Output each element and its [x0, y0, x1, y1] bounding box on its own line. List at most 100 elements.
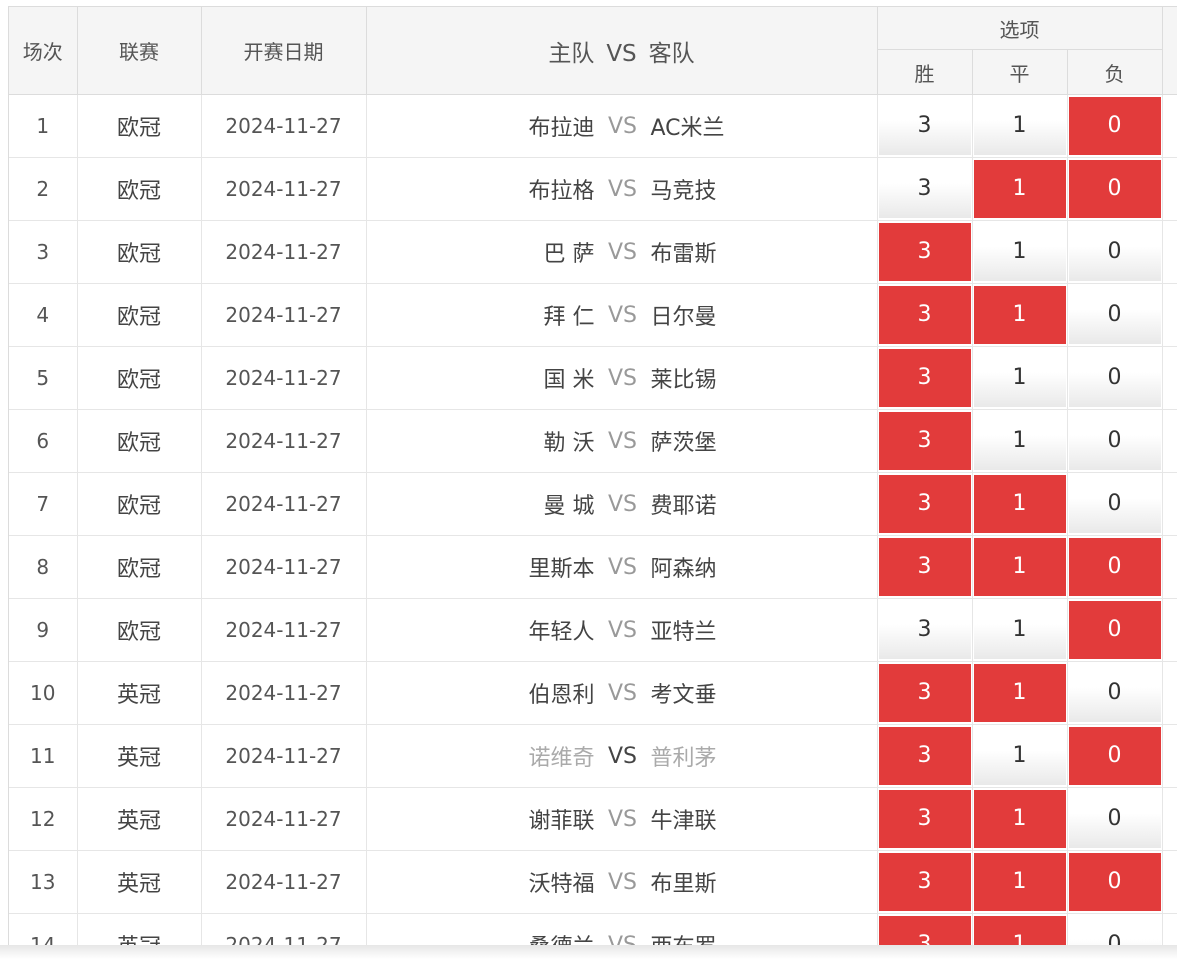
- option-win[interactable]: 3: [877, 283, 973, 347]
- option-lose[interactable]: 0: [1067, 220, 1163, 284]
- option-win[interactable]: 3: [877, 409, 973, 473]
- option-win[interactable]: 3: [877, 787, 973, 851]
- option-win[interactable]: 3: [877, 850, 973, 914]
- option-lose-value: 0: [1068, 286, 1161, 344]
- option-draw-value: 1: [973, 664, 1066, 722]
- option-win[interactable]: 3: [877, 157, 973, 221]
- option-lose[interactable]: 0: [1067, 661, 1163, 725]
- match-date: 2024-11-27: [201, 283, 367, 347]
- league-name: 欧冠: [77, 598, 202, 662]
- option-draw[interactable]: 1: [972, 535, 1068, 599]
- bottom-scroll-edge: [0, 945, 1177, 959]
- home-team: 沃特福: [528, 872, 595, 897]
- option-draw-value: 1: [973, 223, 1066, 281]
- option-draw[interactable]: 1: [972, 472, 1068, 536]
- option-lose-value: 0: [1068, 475, 1161, 533]
- option-draw[interactable]: 1: [972, 409, 1068, 473]
- option-lose-value: 0: [1068, 349, 1161, 407]
- match-number: 8: [9, 535, 78, 599]
- option-draw[interactable]: 1: [972, 850, 1068, 914]
- option-draw[interactable]: 1: [972, 724, 1068, 788]
- option-lose[interactable]: 0: [1067, 850, 1163, 914]
- option-draw[interactable]: 1: [972, 598, 1068, 662]
- option-draw[interactable]: 1: [972, 787, 1068, 851]
- option-lose[interactable]: 0: [1067, 787, 1163, 851]
- table-row: 5 欧冠 2024-11-27 国 米 VS 莱比锡 3 1 0: [9, 346, 1177, 410]
- option-draw-value: 1: [973, 538, 1066, 596]
- option-draw-value: 1: [973, 916, 1066, 947]
- away-team: 费耶诺: [650, 494, 717, 519]
- header-options: 选项: [877, 7, 1163, 50]
- row-extra: [1162, 409, 1177, 473]
- option-lose[interactable]: 0: [1067, 409, 1163, 473]
- away-team: 普利茅: [650, 746, 717, 771]
- league-name: 欧冠: [77, 157, 202, 221]
- vs-label: VS: [607, 491, 637, 517]
- option-win[interactable]: 3: [877, 94, 973, 158]
- table-row: 11 英冠 2024-11-27 诺维奇 VS 普利茅 3 1 0: [9, 724, 1177, 788]
- option-draw[interactable]: 1: [972, 94, 1068, 158]
- option-lose[interactable]: 0: [1067, 535, 1163, 599]
- option-win[interactable]: 3: [877, 535, 973, 599]
- header-match: 主队 VS 客队: [366, 7, 878, 95]
- option-lose[interactable]: 0: [1067, 157, 1163, 221]
- league-name: 欧冠: [77, 283, 202, 347]
- away-team: 布里斯: [650, 872, 717, 897]
- away-team: AC米兰: [650, 116, 725, 141]
- option-win-value: 3: [878, 853, 971, 911]
- away-team: 莱比锡: [650, 368, 717, 393]
- match-date: 2024-11-27: [201, 787, 367, 851]
- option-win-value: 3: [878, 160, 971, 218]
- option-win-value: 3: [878, 790, 971, 848]
- option-lose[interactable]: 0: [1067, 346, 1163, 410]
- away-team: 考文垂: [650, 683, 717, 708]
- match-number: 6: [9, 409, 78, 473]
- option-draw[interactable]: 1: [972, 220, 1068, 284]
- table-row: 7 欧冠 2024-11-27 曼 城 VS 费耶诺 3 1 0: [9, 472, 1177, 536]
- option-win-value: 3: [878, 538, 971, 596]
- header-win: 胜: [877, 49, 973, 95]
- option-draw-value: 1: [973, 160, 1066, 218]
- option-draw[interactable]: 1: [972, 346, 1068, 410]
- vs-label: VS: [607, 302, 637, 328]
- option-win[interactable]: 3: [877, 220, 973, 284]
- match-number: 1: [9, 94, 78, 158]
- match-date: 2024-11-27: [201, 157, 367, 221]
- option-win[interactable]: 3: [877, 913, 973, 947]
- option-win[interactable]: 3: [877, 472, 973, 536]
- option-lose[interactable]: 0: [1067, 283, 1163, 347]
- table-row: 3 欧冠 2024-11-27 巴 萨 VS 布雷斯 3 1 0: [9, 220, 1177, 284]
- vs-label: VS: [607, 428, 637, 454]
- header-lose: 负: [1067, 49, 1163, 95]
- table-row: 9 欧冠 2024-11-27 年轻人 VS 亚特兰 3 1 0: [9, 598, 1177, 662]
- option-draw[interactable]: 1: [972, 913, 1068, 947]
- home-team: 布拉迪: [528, 116, 595, 141]
- match-number: 10: [9, 661, 78, 725]
- away-team: 马竞技: [650, 179, 717, 204]
- match-date: 2024-11-27: [201, 94, 367, 158]
- match-date: 2024-11-27: [201, 220, 367, 284]
- header-away: 客队: [648, 40, 695, 67]
- match-number: 13: [9, 850, 78, 914]
- away-team: 亚特兰: [650, 620, 717, 645]
- match-number: 3: [9, 220, 78, 284]
- option-lose[interactable]: 0: [1067, 598, 1163, 662]
- option-draw[interactable]: 1: [972, 661, 1068, 725]
- option-lose[interactable]: 0: [1067, 724, 1163, 788]
- away-team: 日尔曼: [650, 305, 717, 330]
- option-draw[interactable]: 1: [972, 157, 1068, 221]
- option-win[interactable]: 3: [877, 598, 973, 662]
- league-name: 英冠: [77, 787, 202, 851]
- match-date: 2024-11-27: [201, 913, 367, 947]
- option-lose[interactable]: 0: [1067, 913, 1163, 947]
- table-row: 14英冠2024-11-27桑德兰VS西布罗310: [9, 913, 1177, 947]
- match-cell: 诺维奇 VS 普利茅: [366, 724, 878, 788]
- option-win[interactable]: 3: [877, 724, 973, 788]
- row-extra: [1162, 850, 1177, 914]
- option-win[interactable]: 3: [877, 661, 973, 725]
- option-win[interactable]: 3: [877, 346, 973, 410]
- option-draw[interactable]: 1: [972, 283, 1068, 347]
- match-number: 14: [9, 913, 78, 947]
- option-lose[interactable]: 0: [1067, 472, 1163, 536]
- option-lose[interactable]: 0: [1067, 94, 1163, 158]
